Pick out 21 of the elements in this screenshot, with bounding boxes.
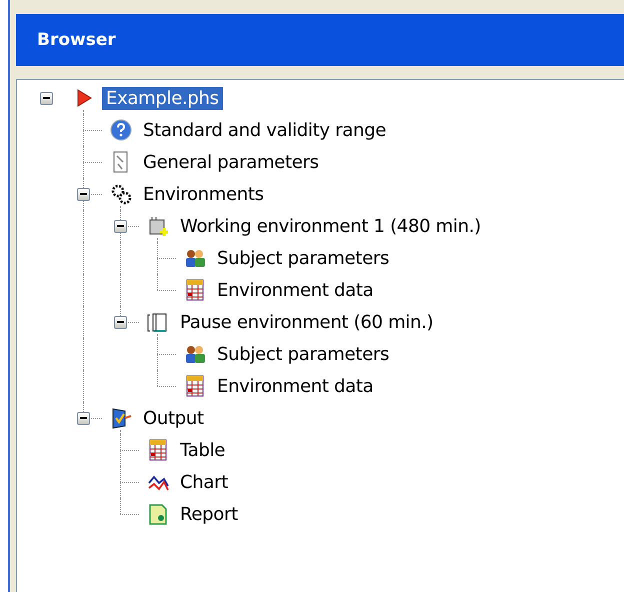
tree-item[interactable]: Environment data [213, 278, 378, 302]
tree-item[interactable]: Standard and validity range [139, 118, 390, 142]
panel-title: Browser [37, 30, 116, 50]
tree-item[interactable]: Environments [139, 182, 268, 206]
collapse-toggle[interactable] [77, 188, 90, 200]
tree-item[interactable]: Subject parameters [213, 246, 394, 270]
help-icon [108, 118, 132, 142]
tree-item[interactable]: Table [176, 438, 230, 462]
tree-item[interactable]: Output [139, 406, 208, 430]
tree-item[interactable]: Environment data [213, 374, 378, 398]
tree-item[interactable]: Report [176, 502, 242, 526]
collapse-toggle[interactable] [114, 316, 127, 328]
collapse-toggle[interactable] [40, 92, 53, 104]
collapse-toggle[interactable] [77, 412, 90, 424]
tree-item[interactable]: Pause environment (60 min.) [176, 310, 438, 334]
tree-item[interactable]: Working environment 1 (480 min.) [176, 214, 485, 238]
tree-item[interactable]: Example.phs [102, 86, 223, 110]
collapse-toggle[interactable] [114, 220, 127, 232]
tree-item[interactable]: Chart [176, 470, 232, 494]
tree-item[interactable]: Subject parameters [213, 342, 394, 366]
tree-item[interactable]: General parameters [139, 150, 323, 174]
